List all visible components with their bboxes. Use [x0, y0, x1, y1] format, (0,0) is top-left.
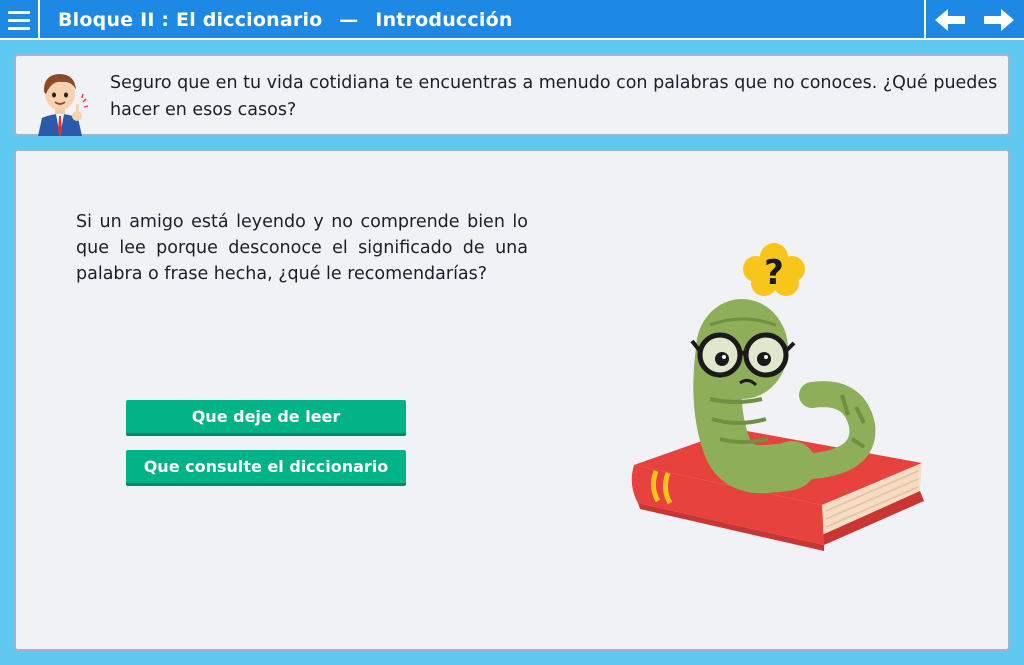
intro-panel: Seguro que en tu vida cotidiana te encue… — [14, 54, 1010, 136]
arrow-left-icon — [935, 9, 965, 31]
teacher-avatar — [38, 74, 89, 136]
answer-option-consult-dictionary[interactable]: Que consulte el diccionario — [126, 450, 406, 486]
page-title: Bloque II : El diccionario — Introducció… — [58, 0, 513, 40]
hamburger-menu-icon[interactable] — [0, 0, 40, 40]
top-bar: Bloque II : El diccionario — Introducció… — [0, 0, 1024, 40]
question-text: Si un amigo está leyendo y no comprende … — [76, 212, 528, 284]
answer-option-stop-reading[interactable]: Que deje de leer — [126, 400, 406, 436]
intro-text: Seguro que en tu vida cotidiana te encue… — [110, 73, 998, 120]
arrow-right-icon — [984, 9, 1014, 31]
svg-text:?: ? — [764, 253, 784, 293]
next-button[interactable] — [974, 0, 1024, 40]
section-title: Introducción — [375, 9, 513, 31]
question-bubble-icon: ? — [743, 243, 805, 296]
previous-button[interactable] — [924, 0, 974, 40]
title-separator: — — [339, 9, 359, 31]
activity-panel: Si un amigo está leyendo y no comprende … — [14, 149, 1010, 651]
block-title: Bloque II : El diccionario — [58, 9, 323, 31]
bookworm-illustration: ? — [631, 243, 924, 551]
